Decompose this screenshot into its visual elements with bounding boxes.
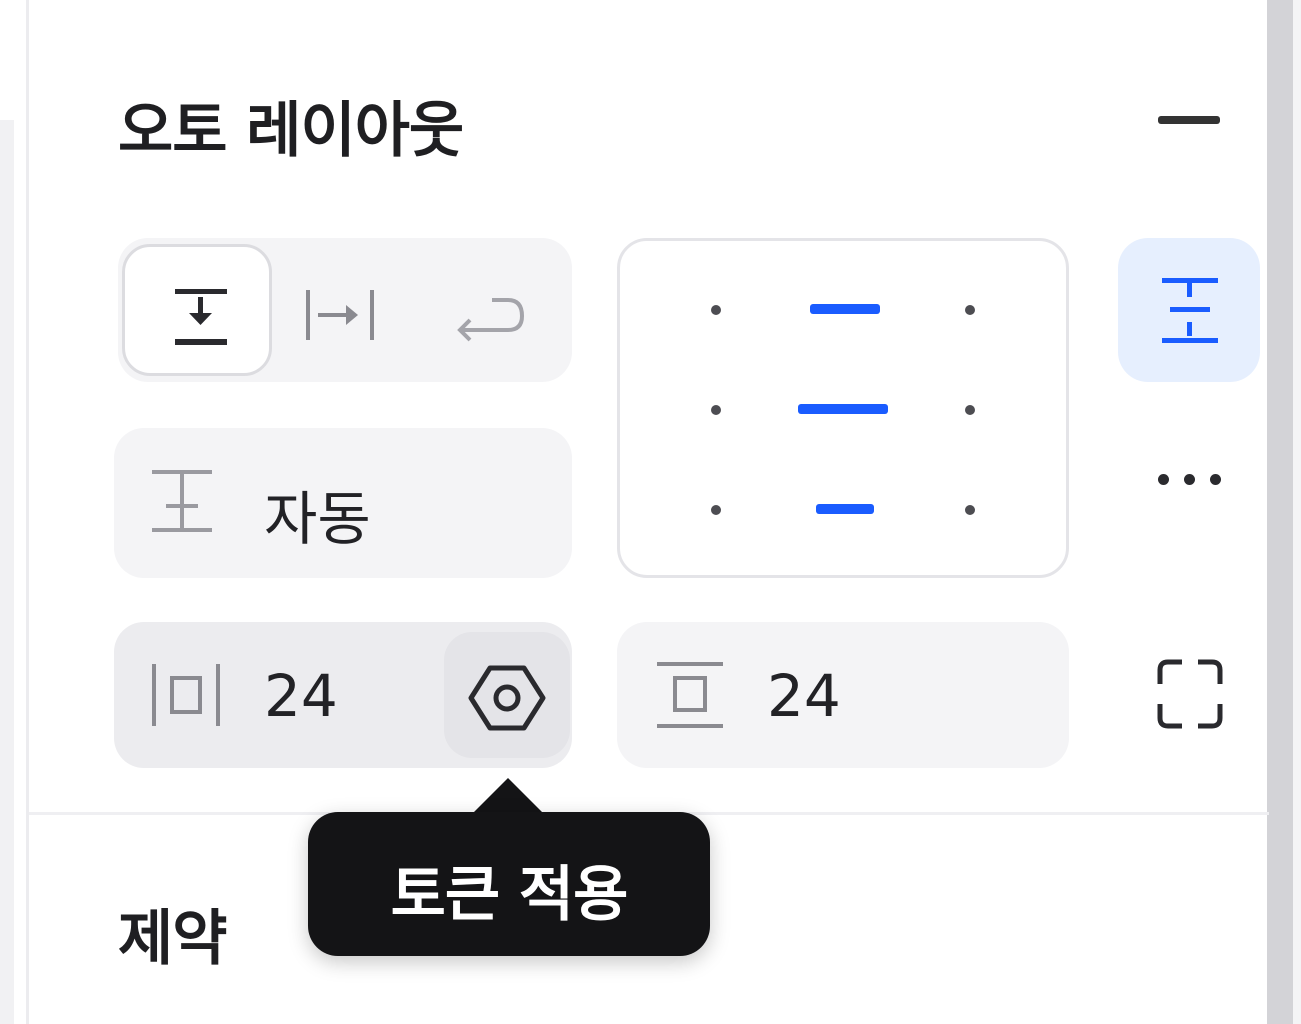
- direction-segmented-control: [118, 238, 572, 382]
- minus-icon: [1158, 116, 1220, 124]
- direction-vertical-button[interactable]: [122, 244, 272, 376]
- wrap-button[interactable]: [424, 244, 564, 376]
- height-sizing-field[interactable]: 자동: [114, 428, 572, 578]
- tooltip-arrow: [472, 778, 544, 814]
- vertical-padding-value: 24: [767, 662, 841, 730]
- tooltip-text: 토큰 적용: [390, 860, 629, 930]
- distribute-spacing-button[interactable]: [1118, 238, 1260, 382]
- align-bottom-left[interactable]: [711, 505, 721, 515]
- clip-content-button[interactable]: [1140, 640, 1240, 750]
- wrap-icon: [457, 298, 525, 342]
- vertical-direction-icon: [175, 289, 227, 345]
- height-sizing-value: 자동: [264, 485, 371, 553]
- scrollbar-track[interactable]: [1261, 0, 1301, 1024]
- scrollbar-thumb[interactable]: [1267, 0, 1293, 1024]
- align-middle-center[interactable]: [798, 404, 888, 414]
- apply-token-button[interactable]: [444, 632, 570, 758]
- distribute-vertical-icon: [1162, 278, 1218, 343]
- horizontal-direction-icon: [306, 290, 374, 340]
- align-middle-right[interactable]: [965, 405, 975, 415]
- direction-horizontal-button[interactable]: [278, 244, 418, 376]
- horizontal-padding-icon: [152, 664, 220, 726]
- align-top-right[interactable]: [965, 305, 975, 315]
- align-bottom-right[interactable]: [965, 505, 975, 515]
- align-top-center[interactable]: [810, 304, 880, 314]
- panel-left-border: [26, 0, 29, 1024]
- scrollbar-edge: [1293, 0, 1301, 1024]
- more-options-button[interactable]: [1140, 450, 1240, 510]
- align-bottom-center[interactable]: [816, 504, 874, 514]
- clip-content-icon: [1157, 659, 1223, 729]
- remove-auto-layout-button[interactable]: [1140, 90, 1240, 150]
- apply-token-tooltip: 토큰 적용: [308, 812, 710, 956]
- horizontal-padding-value: 24: [264, 662, 338, 730]
- token-hexagon-icon: [468, 665, 546, 731]
- vertical-resize-icon: [152, 470, 212, 532]
- left-rail: [0, 120, 14, 1024]
- align-top-left[interactable]: [711, 305, 721, 315]
- vertical-padding-field[interactable]: 24: [617, 622, 1069, 768]
- auto-layout-title: 오토 레이아웃: [118, 96, 464, 166]
- alignment-grid[interactable]: [617, 238, 1069, 578]
- align-middle-left[interactable]: [711, 405, 721, 415]
- constraints-title: 제약: [118, 904, 227, 974]
- vertical-padding-icon: [657, 662, 723, 728]
- design-properties-panel: 오토 레이아웃 자동 24 24 제약 토큰 적용: [0, 0, 1301, 1024]
